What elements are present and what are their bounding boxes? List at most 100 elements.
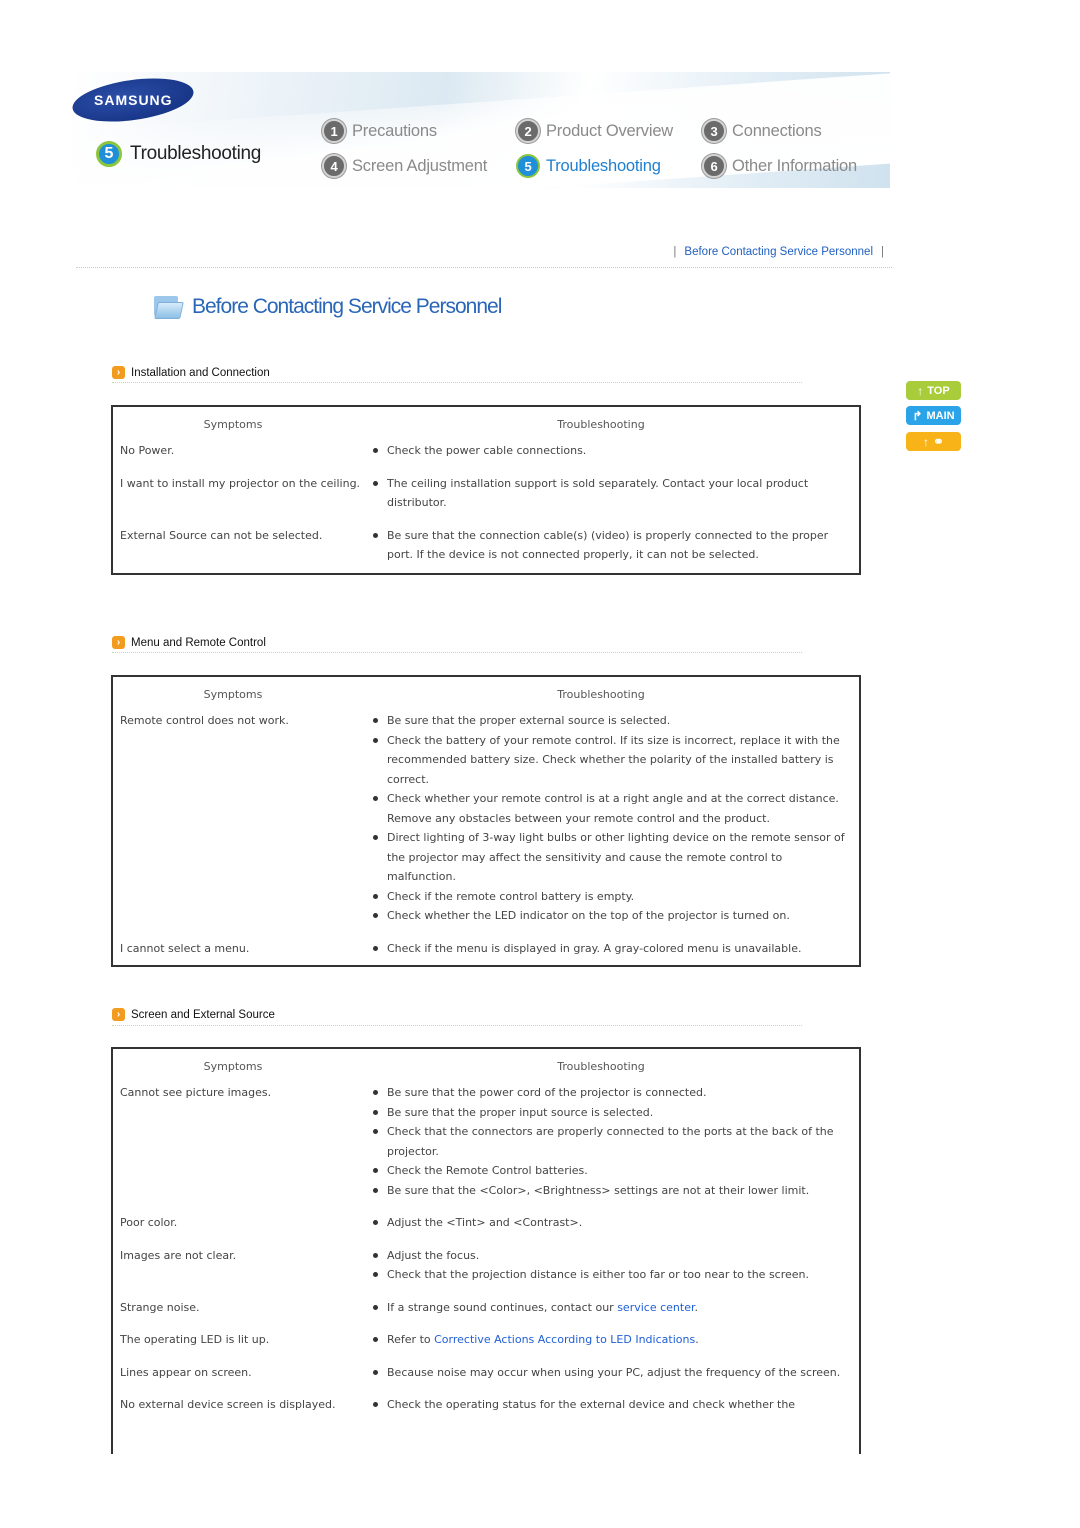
table-header: Symptoms Troubleshooting xyxy=(203,417,645,431)
fix-list: Be sure that the connection cable(s) (vi… xyxy=(371,526,859,565)
inline-link[interactable]: Corrective Actions According to LED Indi… xyxy=(434,1333,695,1346)
symptom-cell: Images are not clear. xyxy=(120,1248,237,1262)
fix-item: Check if the menu is displayed in gray. … xyxy=(371,939,853,959)
fix-list: Adjust the <Tint> and <Contrast>. xyxy=(371,1213,859,1233)
fix-list: Be sure that the power cord of the proje… xyxy=(371,1083,859,1200)
divider xyxy=(112,1025,802,1026)
number-2-icon: 2 xyxy=(516,119,540,143)
inline-link[interactable]: service center xyxy=(617,1301,694,1314)
divider xyxy=(76,267,892,268)
nav-item-screen-adjustment[interactable]: 4 Screen Adjustment xyxy=(322,154,487,178)
table-header: Symptoms Troubleshooting xyxy=(203,1059,645,1073)
symptom-cell: No Power. xyxy=(120,444,175,457)
number-5-icon: 5 xyxy=(516,154,540,178)
arrow-return-icon: ↱ xyxy=(912,408,923,423)
divider xyxy=(112,652,802,653)
fix-item: Be sure that the <Color>, <Brightness> s… xyxy=(371,1181,853,1201)
number-3-icon: 3 xyxy=(702,119,726,143)
number-6-icon: 6 xyxy=(702,154,726,178)
symptom-cell: External Source can not be selected. xyxy=(120,528,323,542)
nav-item-precautions[interactable]: 1 Precautions xyxy=(322,119,437,143)
chevron-right-icon: › xyxy=(112,636,125,649)
nav-item-other-information[interactable]: 6 Other Information xyxy=(702,154,857,178)
table-header: Symptoms Troubleshooting xyxy=(203,687,645,701)
breadcrumb-separator: | xyxy=(881,246,884,258)
table-row: No external device screen is displayed. C… xyxy=(113,1395,859,1415)
breadcrumb-current-link[interactable]: Before Contacting Service Personnel xyxy=(684,246,873,258)
lips-icon: ⚭ xyxy=(933,433,944,449)
fix-item: Adjust the focus. xyxy=(371,1246,853,1266)
fix-list: Refer to Corrective Actions According to… xyxy=(371,1330,859,1350)
fix-item: Check that the projection distance is ei… xyxy=(371,1265,853,1285)
back-button[interactable]: ↑ ⚭ xyxy=(906,432,961,451)
symptom-cell: Strange noise. xyxy=(120,1300,200,1314)
table-row: No Power. Check the power cable connectio… xyxy=(113,441,859,461)
symptom-cell: Cannot see picture images. xyxy=(120,1086,272,1099)
table-row: Cannot see picture images. Be sure that t… xyxy=(113,1083,859,1200)
table-row: The operating LED is lit up. Refer to Cor… xyxy=(113,1330,859,1350)
fix-list: Because noise may occur when using your … xyxy=(371,1363,859,1383)
chevron-right-icon: › xyxy=(112,366,125,379)
troubleshooting-table-screen-source: Symptoms Troubleshooting Cannot see pict… xyxy=(111,1047,861,1454)
symptom-cell: Poor color. xyxy=(120,1216,178,1229)
breadcrumb-separator: | xyxy=(673,246,677,258)
table-row: Images are not clear. Adjust the focus. Ch… xyxy=(113,1246,859,1285)
table-row: I cannot select a menu. Check if the menu… xyxy=(113,939,859,959)
table-row: I want to install my projector on the ce… xyxy=(113,474,859,513)
fix-item: If a strange sound continues, contact ou… xyxy=(371,1298,853,1318)
table-row: Lines appear on screen. Because noise may… xyxy=(113,1363,859,1383)
fix-list: Check the operating status for the exter… xyxy=(371,1395,859,1415)
fix-item: Check that the connectors are properly c… xyxy=(371,1122,853,1161)
current-section-label: Troubleshooting xyxy=(130,143,262,164)
fix-item: The ceiling installation support is sold… xyxy=(371,474,853,513)
fix-item: Be sure that the proper external source … xyxy=(371,711,853,731)
chevron-right-icon: › xyxy=(112,1008,125,1021)
symptom-cell: Remote control does not work. xyxy=(120,714,289,727)
section-header-screen-source: › Screen and External Source xyxy=(112,1008,275,1021)
fix-item: Check the power cable connections. xyxy=(371,441,853,461)
fix-list: Check the power cable connections. xyxy=(371,441,859,461)
top-button[interactable]: ↑ TOP xyxy=(906,381,961,400)
section-header-installation: › Installation and Connection xyxy=(112,366,270,379)
table-row: External Source can not be selected. Be s… xyxy=(113,526,859,565)
number-1-icon: 1 xyxy=(322,119,346,143)
table-row: Poor color. Adjust the <Tint> and <Contra… xyxy=(113,1213,859,1233)
fix-list: If a strange sound continues, contact ou… xyxy=(371,1298,859,1318)
fix-item: Check the operating status for the exter… xyxy=(371,1395,853,1415)
fix-item: Check whether your remote control is at … xyxy=(371,789,853,828)
fix-item: Check the battery of your remote control… xyxy=(371,731,853,790)
table-row: Strange noise. If a strange sound continu… xyxy=(113,1298,859,1318)
page-title: Before Contacting Service Personnel xyxy=(152,294,502,320)
header-banner: SAMSUNG 5 Troubleshooting 1 Precautions … xyxy=(72,72,890,188)
fix-item: Refer to Corrective Actions According to… xyxy=(371,1330,853,1350)
fix-item: Direct lighting of 3-way light bulbs or … xyxy=(371,828,853,887)
arrow-up-icon: ↑ xyxy=(917,383,924,398)
symptom-cell: Lines appear on screen. xyxy=(120,1365,252,1379)
troubleshooting-table-installation: Symptoms Troubleshooting No Power. Check … xyxy=(111,405,861,575)
symptom-cell: I want to install my projector on the ce… xyxy=(120,476,361,490)
fix-list: The ceiling installation support is sold… xyxy=(371,474,859,513)
fix-item: Because noise may occur when using your … xyxy=(371,1363,853,1383)
table-row: Remote control does not work. Be sure tha… xyxy=(113,711,859,926)
fix-item: Check the Remote Control batteries. xyxy=(371,1161,853,1181)
fix-item: Be sure that the connection cable(s) (vi… xyxy=(371,526,853,565)
divider xyxy=(112,382,802,383)
fix-list: Check if the menu is displayed in gray. … xyxy=(371,939,859,959)
fix-item: Be sure that the power cord of the proje… xyxy=(371,1083,853,1103)
symptom-cell: No external device screen is displayed. xyxy=(120,1398,336,1411)
nav-item-connections[interactable]: 3 Connections xyxy=(702,119,822,143)
section-number-badge: 5 xyxy=(96,141,122,167)
fix-item: Check whether the LED indicator on the t… xyxy=(371,906,853,926)
nav-item-product-overview[interactable]: 2 Product Overview xyxy=(516,119,673,143)
folder-icon xyxy=(152,294,184,320)
fix-item: Check if the remote control battery is e… xyxy=(371,887,853,907)
main-button[interactable]: ↱ MAIN xyxy=(906,406,961,425)
fix-item: Adjust the <Tint> and <Contrast>. xyxy=(371,1213,853,1233)
troubleshooting-table-menu-remote: Symptoms Troubleshooting Remote control … xyxy=(111,675,861,967)
symptom-cell: I cannot select a menu. xyxy=(120,941,250,955)
samsung-logo[interactable]: SAMSUNG xyxy=(72,72,197,129)
breadcrumb: | Before Contacting Service Personnel | xyxy=(673,246,884,258)
nav-item-troubleshooting[interactable]: 5 Troubleshooting xyxy=(516,154,661,178)
fix-item: Be sure that the proper input source is … xyxy=(371,1103,853,1123)
section-header-menu-remote: › Menu and Remote Control xyxy=(112,636,266,649)
